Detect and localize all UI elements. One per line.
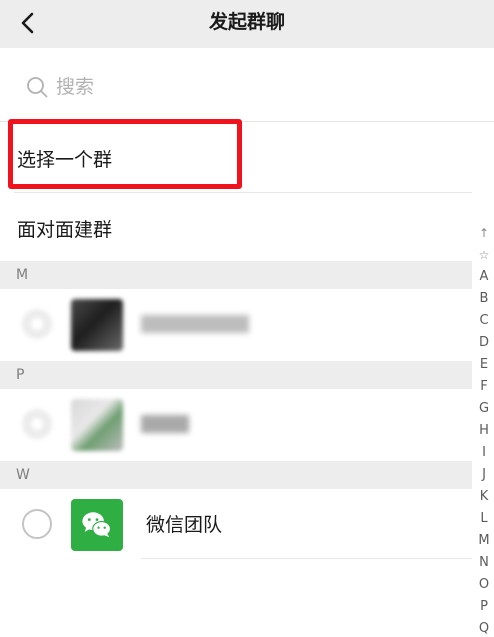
select-radio[interactable] — [22, 309, 52, 339]
index-letter-l[interactable]: L — [474, 508, 494, 530]
index-letter-e[interactable]: E — [474, 354, 494, 376]
section-header-w: W — [0, 461, 472, 489]
contact-name-blurred — [141, 415, 189, 433]
index-letter-i[interactable]: I — [474, 442, 494, 464]
index-letter-p[interactable]: P — [474, 596, 494, 618]
index-letter-k[interactable]: K — [474, 486, 494, 508]
divider — [141, 558, 472, 559]
index-letter-b[interactable]: B — [474, 288, 494, 310]
index-letter-j[interactable]: J — [474, 464, 494, 486]
section-header-p: P — [0, 361, 472, 389]
contact-name-blurred — [141, 315, 249, 333]
chevron-left-icon — [21, 12, 34, 34]
index-top-arrow[interactable]: ↑ — [474, 222, 494, 244]
contact-name: 微信团队 — [146, 514, 223, 536]
search-icon — [27, 77, 48, 98]
index-letter-n[interactable]: N — [474, 552, 494, 574]
top-nav-bar: 发起群聊 — [0, 0, 494, 48]
index-letter-a[interactable]: A — [474, 266, 494, 288]
index-letter-o[interactable]: O — [474, 574, 494, 596]
section-letter: M — [16, 267, 29, 283]
select-group-label: 选择一个群 — [17, 149, 113, 171]
back-button[interactable] — [14, 8, 44, 38]
alphabet-index-bar[interactable]: ↑ ☆ A B C D E F G H I J K L M N O P Q — [474, 222, 494, 637]
page-title: 发起群聊 — [208, 11, 285, 33]
index-letter-f[interactable]: F — [474, 376, 494, 398]
wechat-logo-icon — [82, 512, 112, 538]
index-star[interactable]: ☆ — [474, 244, 494, 266]
index-letter-d[interactable]: D — [474, 332, 494, 354]
face-to-face-group-label: 面对面建群 — [17, 219, 113, 241]
index-letter-g[interactable]: G — [474, 398, 494, 420]
contact-item[interactable] — [0, 289, 472, 359]
section-letter: W — [16, 467, 30, 483]
index-letter-q[interactable]: Q — [474, 618, 494, 637]
search-bar — [0, 48, 494, 122]
avatar — [71, 399, 123, 451]
wechat-team-avatar — [71, 499, 123, 551]
contact-item[interactable] — [0, 389, 472, 459]
contact-item[interactable]: 微信团队 — [0, 489, 472, 559]
select-radio[interactable] — [22, 409, 52, 439]
select-group-row[interactable]: 选择一个群 — [0, 123, 494, 193]
index-letter-m[interactable]: M — [474, 530, 494, 552]
search-input[interactable] — [56, 72, 436, 102]
index-letter-h[interactable]: H — [474, 420, 494, 442]
index-letter-c[interactable]: C — [474, 310, 494, 332]
face-to-face-group-row[interactable]: 面对面建群 — [0, 193, 494, 261]
avatar — [71, 299, 123, 351]
section-letter: P — [16, 367, 25, 383]
select-radio[interactable] — [22, 509, 52, 539]
section-header-m: M — [0, 261, 472, 289]
